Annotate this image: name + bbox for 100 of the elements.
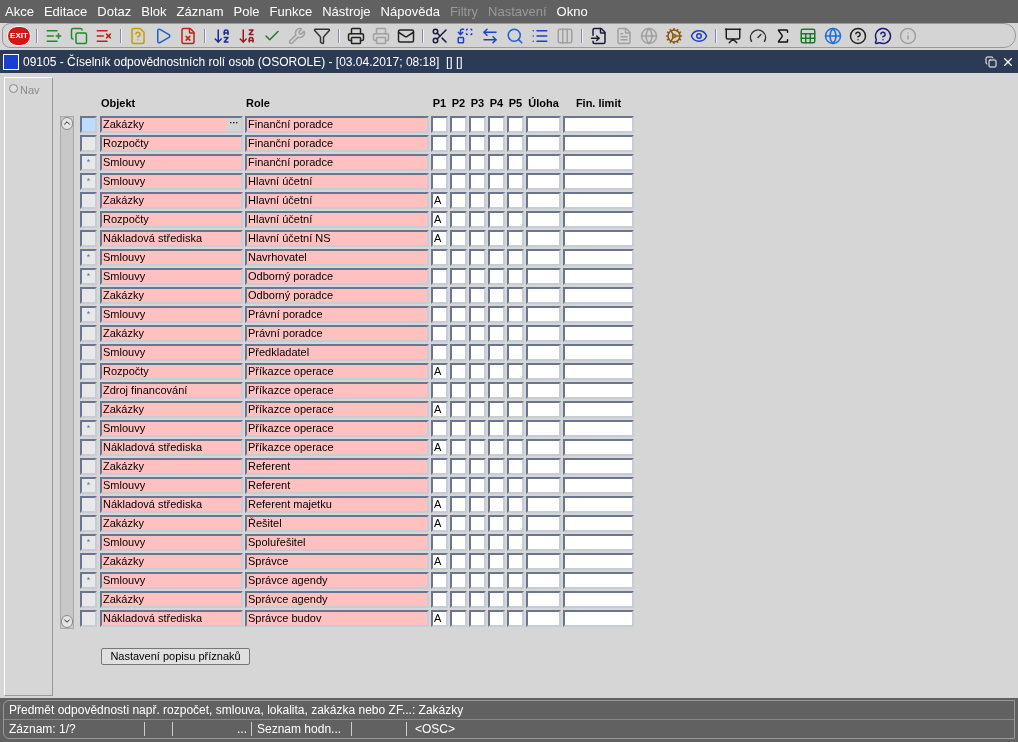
table-cell[interactable] [450,191,467,209]
table-cell[interactable] [469,191,486,209]
table-cell[interactable]: Správce budov [245,609,429,627]
scissors-icon[interactable] [431,26,449,45]
table-cell[interactable] [469,324,486,342]
table-cell[interactable] [450,362,467,380]
row-selector[interactable] [80,381,97,399]
table-cell[interactable] [526,305,561,323]
row-selector[interactable]: * [80,267,97,285]
row-selector[interactable] [80,134,97,152]
table-cell[interactable]: Finanční poradce [245,115,429,133]
table-cell[interactable]: Nákladová střediska [100,495,243,513]
nav-radio[interactable] [9,84,18,93]
scroll-down-button[interactable] [61,614,73,628]
table-cell[interactable]: Nákladová střediska [100,229,243,247]
table-cell[interactable] [507,248,524,266]
table-cell[interactable] [469,438,486,456]
row-selector[interactable] [80,324,97,342]
row-selector[interactable]: * [80,248,97,266]
row-selector[interactable]: * [80,533,97,551]
table-cell[interactable] [526,324,561,342]
table-cell[interactable] [526,134,561,152]
table-cell[interactable] [507,134,524,152]
table-cell[interactable] [488,115,505,133]
table-cell[interactable] [563,419,634,437]
table-cell[interactable]: Referent [245,457,429,475]
list-of-values-button[interactable]: ··· [227,117,241,131]
table-cell[interactable] [507,305,524,323]
table-cell[interactable] [526,248,561,266]
table-cell[interactable] [450,381,467,399]
table-cell[interactable] [563,343,634,361]
table-cell[interactable]: A [431,229,448,247]
table-cell[interactable] [450,305,467,323]
table-cell[interactable] [469,400,486,418]
menu-item[interactable]: Nápověda [380,1,440,22]
table-cell[interactable] [526,552,561,570]
table-cell[interactable]: Hlavní účetní [245,172,429,190]
row-selector[interactable] [80,210,97,228]
table-cell[interactable]: Zakázky [100,324,243,342]
table-cell[interactable]: Zakázky ··· [100,115,243,133]
table-cell[interactable] [526,210,561,228]
table-cell[interactable] [488,457,505,475]
table-cell[interactable] [563,210,634,228]
table-cell[interactable]: Správce [245,552,429,570]
table-cell[interactable] [526,191,561,209]
replace-icon[interactable] [456,26,474,45]
table-cell[interactable] [507,210,524,228]
flags-description-button[interactable]: Nastavení popisu příznaků [101,647,250,665]
table-cell[interactable] [488,438,505,456]
help-icon[interactable] [849,26,867,45]
table-cell[interactable] [469,229,486,247]
table-cell[interactable] [488,267,505,285]
table-cell[interactable]: Smlouvy [100,571,243,589]
row-selector[interactable]: * [80,153,97,171]
row-selector[interactable] [80,514,97,532]
table-cell[interactable] [488,571,505,589]
table-cell[interactable] [488,324,505,342]
row-selector[interactable] [80,343,97,361]
table-cell[interactable]: Rozpočty [100,210,243,228]
table-cell[interactable] [450,115,467,133]
table-cell[interactable]: Smlouvy [100,343,243,361]
table-cell[interactable]: Smlouvy [100,248,243,266]
table-cell[interactable] [469,153,486,171]
table-cell[interactable]: A [431,552,448,570]
table-cell[interactable]: Odborný poradce [245,286,429,304]
table-cell[interactable] [431,457,448,475]
table-cell[interactable]: Právní poradce [245,324,429,342]
table-cell[interactable]: Navrhovatel [245,248,429,266]
row-selector[interactable]: * [80,571,97,589]
table-cell[interactable] [469,248,486,266]
table-cell[interactable] [450,400,467,418]
table-cell[interactable] [488,305,505,323]
table-cell[interactable]: Nákladová střediska [100,438,243,456]
table-cell[interactable] [469,362,486,380]
table-cell[interactable] [450,590,467,608]
table-cell[interactable] [431,590,448,608]
row-selector[interactable] [80,609,97,627]
table-cell[interactable]: Správce agendy [245,590,429,608]
table-cell[interactable] [563,552,634,570]
table-cell[interactable] [563,172,634,190]
gauge-icon[interactable] [749,26,767,45]
table-cell[interactable]: Příkazce operace [245,381,429,399]
table-cell[interactable]: A [431,191,448,209]
menu-item[interactable]: Akce [5,1,34,22]
table-cell[interactable] [450,229,467,247]
table-cell[interactable] [431,267,448,285]
table-cell[interactable]: Předkladatel [245,343,429,361]
table-cell[interactable] [431,172,448,190]
table-cell[interactable] [450,286,467,304]
table-cell[interactable] [526,609,561,627]
table-cell[interactable] [469,552,486,570]
table-cell[interactable] [450,153,467,171]
table-cell[interactable]: Smlouvy [100,476,243,494]
table-cell[interactable] [488,229,505,247]
table-cell[interactable] [563,590,634,608]
table-cell[interactable] [431,324,448,342]
table-cell[interactable] [488,400,505,418]
table-cell[interactable]: Hlavní účetní [245,210,429,228]
swap-icon[interactable] [481,26,499,45]
menu-item[interactable]: Nástroje [322,1,371,22]
